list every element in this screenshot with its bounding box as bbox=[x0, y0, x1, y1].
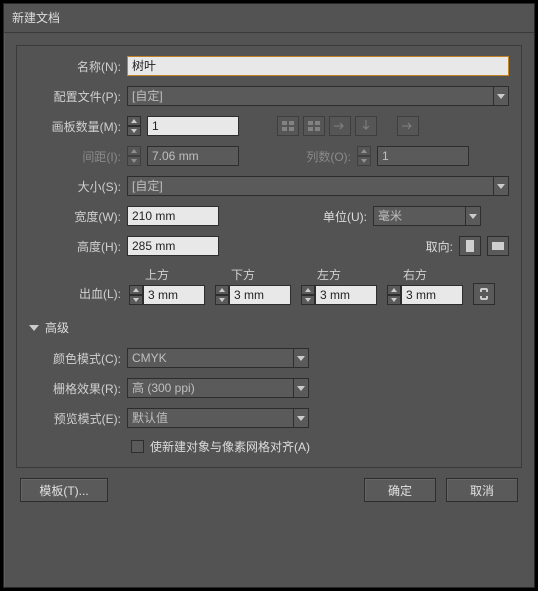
bleed-right-col: 右方 3 mm bbox=[387, 266, 465, 305]
bleed-right-spinner[interactable] bbox=[387, 285, 401, 305]
arrange-rtl-icon[interactable] bbox=[397, 116, 419, 136]
cols-input: 1 bbox=[377, 146, 469, 166]
profile-select[interactable]: [自定] bbox=[127, 86, 509, 106]
bleed-row: 出血(L): 上方 3 mm 下方 3 mm 左方 bbox=[29, 266, 509, 305]
bleed-right-input[interactable]: 3 mm bbox=[401, 285, 463, 305]
dropdown-icon bbox=[465, 206, 481, 226]
advanced-disclosure[interactable]: 高级 bbox=[29, 315, 509, 338]
align-pixel-row: 使新建对象与像素网格对齐(A) bbox=[131, 438, 509, 455]
cols-label: 列数(O): bbox=[291, 148, 351, 165]
bleed-bottom-col: 下方 3 mm bbox=[215, 266, 293, 305]
bleed-top-label: 上方 bbox=[129, 266, 207, 283]
arrange-row-ltr-icon[interactable] bbox=[329, 116, 351, 136]
colormode-label: 颜色模式(C): bbox=[29, 350, 121, 367]
bleed-top-col: 上方 3 mm bbox=[129, 266, 207, 305]
profile-value: [自定] bbox=[127, 86, 493, 106]
main-panel: 名称(N): 树叶 配置文件(P): [自定] 画板数量(M): 1 bbox=[16, 45, 522, 468]
artboard-arrange-group bbox=[277, 116, 377, 136]
cols-spinner bbox=[357, 146, 371, 166]
units-value: 毫米 bbox=[373, 206, 465, 226]
align-pixel-checkbox[interactable] bbox=[131, 440, 144, 453]
dropdown-icon bbox=[293, 408, 309, 428]
orientation-landscape-button[interactable] bbox=[487, 236, 509, 256]
raster-row: 栅格效果(R): 高 (300 ppi) bbox=[29, 378, 509, 398]
arrange-col-ttb-icon[interactable] bbox=[355, 116, 377, 136]
disclosure-triangle-icon bbox=[29, 325, 39, 331]
cancel-button[interactable]: 取消 bbox=[446, 478, 518, 502]
dropdown-icon bbox=[293, 348, 309, 368]
size-label: 大小(S): bbox=[29, 178, 121, 195]
dropdown-icon bbox=[493, 86, 509, 106]
size-select[interactable]: [自定] bbox=[127, 176, 509, 196]
link-icon bbox=[479, 287, 489, 301]
height-label: 高度(H): bbox=[29, 238, 121, 255]
height-input[interactable]: 285 mm bbox=[127, 236, 219, 256]
bleed-label: 出血(L): bbox=[29, 285, 121, 305]
dialog-body: 名称(N): 树叶 配置文件(P): [自定] 画板数量(M): 1 bbox=[4, 33, 534, 587]
preview-row: 预览模式(E): 默认值 bbox=[29, 408, 509, 428]
bleed-bottom-input[interactable]: 3 mm bbox=[229, 285, 291, 305]
artboard-count-input[interactable]: 1 bbox=[147, 116, 239, 136]
raster-label: 栅格效果(R): bbox=[29, 380, 121, 397]
bleed-top-input[interactable]: 3 mm bbox=[143, 285, 205, 305]
width-units-row: 宽度(W): 210 mm 单位(U): 毫米 bbox=[29, 206, 509, 226]
align-pixel-label: 使新建对象与像素网格对齐(A) bbox=[150, 438, 310, 455]
bleed-left-col: 左方 3 mm bbox=[301, 266, 379, 305]
bleed-bottom-label: 下方 bbox=[215, 266, 293, 283]
height-orient-row: 高度(H): 285 mm 取向: bbox=[29, 236, 509, 256]
raster-select[interactable]: 高 (300 ppi) bbox=[127, 378, 309, 398]
artboard-count-spinner[interactable] bbox=[127, 116, 141, 136]
colormode-row: 颜色模式(C): CMYK bbox=[29, 348, 509, 368]
size-row: 大小(S): [自定] bbox=[29, 176, 509, 196]
bleed-right-label: 右方 bbox=[387, 266, 465, 283]
arrange-grid-col-icon[interactable] bbox=[303, 116, 325, 136]
orientation-label: 取向: bbox=[426, 238, 453, 255]
bleed-left-label: 左方 bbox=[301, 266, 379, 283]
units-label: 单位(U): bbox=[307, 208, 367, 225]
colormode-value: CMYK bbox=[127, 348, 293, 368]
profile-row: 配置文件(P): [自定] bbox=[29, 86, 509, 106]
bleed-top-spinner[interactable] bbox=[129, 285, 143, 305]
width-label: 宽度(W): bbox=[29, 208, 121, 225]
ok-button[interactable]: 确定 bbox=[364, 478, 436, 502]
name-input[interactable]: 树叶 bbox=[127, 56, 509, 76]
preview-select[interactable]: 默认值 bbox=[127, 408, 309, 428]
orientation-portrait-button[interactable] bbox=[459, 236, 481, 256]
name-row: 名称(N): 树叶 bbox=[29, 56, 509, 76]
bleed-link-button[interactable] bbox=[473, 283, 495, 305]
colormode-select[interactable]: CMYK bbox=[127, 348, 309, 368]
preview-value: 默认值 bbox=[127, 408, 293, 428]
window-title: 新建文档 bbox=[12, 11, 60, 25]
name-label: 名称(N): bbox=[29, 58, 121, 75]
width-input[interactable]: 210 mm bbox=[127, 206, 219, 226]
spacing-spinner bbox=[127, 146, 141, 166]
template-button[interactable]: 模板(T)... bbox=[20, 478, 108, 502]
profile-label: 配置文件(P): bbox=[29, 88, 121, 105]
spacing-cols-row: 间距(I): 7.06 mm 列数(O): 1 bbox=[29, 146, 509, 166]
size-value: [自定] bbox=[127, 176, 493, 196]
units-select[interactable]: 毫米 bbox=[373, 206, 481, 226]
footer: 模板(T)... 确定 取消 bbox=[16, 476, 522, 502]
bleed-left-spinner[interactable] bbox=[301, 285, 315, 305]
spacing-label: 间距(I): bbox=[29, 148, 121, 165]
arrange-grid-row-icon[interactable] bbox=[277, 116, 299, 136]
artboard-count-label: 画板数量(M): bbox=[29, 118, 121, 135]
dropdown-icon bbox=[493, 176, 509, 196]
spacing-input: 7.06 mm bbox=[147, 146, 239, 166]
titlebar: 新建文档 bbox=[4, 4, 534, 33]
bleed-bottom-spinner[interactable] bbox=[215, 285, 229, 305]
bleed-left-input[interactable]: 3 mm bbox=[315, 285, 377, 305]
dropdown-icon bbox=[293, 378, 309, 398]
advanced-label: 高级 bbox=[45, 319, 69, 336]
raster-value: 高 (300 ppi) bbox=[127, 378, 293, 398]
new-document-dialog: 新建文档 名称(N): 树叶 配置文件(P): [自定] 画板数量(M): bbox=[3, 3, 535, 588]
artboard-count-row: 画板数量(M): 1 bbox=[29, 116, 509, 136]
preview-label: 预览模式(E): bbox=[29, 410, 121, 427]
